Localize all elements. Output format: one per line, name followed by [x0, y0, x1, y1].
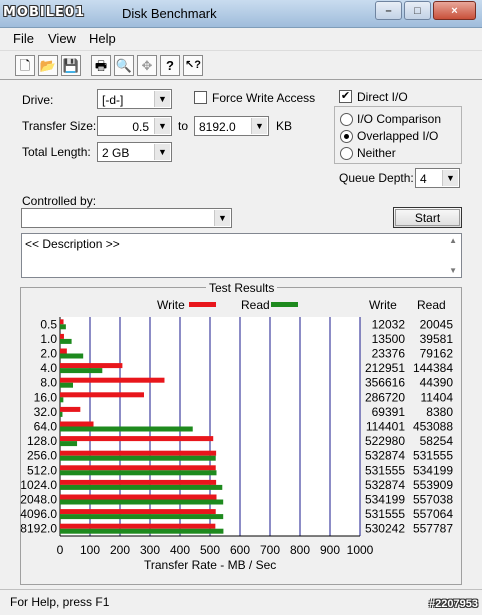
read-bar	[60, 426, 193, 432]
read-value: 8380	[426, 405, 453, 419]
x-tick-label: 500	[200, 543, 220, 557]
read-value: 20045	[420, 317, 454, 331]
status-bar: For Help, press F1	[0, 589, 482, 615]
read-bar	[60, 484, 223, 490]
write-value: 522980	[365, 434, 405, 448]
category-label: 64.0	[34, 420, 58, 434]
x-tick-label: 600	[230, 543, 250, 557]
write-value: 13500	[372, 332, 406, 346]
write-bar	[60, 479, 217, 485]
write-value: 69391	[372, 405, 406, 419]
write-value: 12032	[372, 317, 406, 331]
write-value: 534199	[365, 493, 405, 507]
x-tick-label: 400	[170, 543, 190, 557]
category-label: 8192.0	[20, 522, 57, 536]
x-tick-label: 800	[290, 543, 310, 557]
category-label: 128.0	[27, 434, 57, 448]
write-bar	[60, 450, 217, 456]
write-value: 212951	[365, 361, 405, 375]
read-bar	[60, 338, 72, 344]
read-value: 557787	[413, 522, 453, 536]
watermark-text: #2207953	[429, 598, 478, 610]
x-tick-label: 700	[260, 543, 280, 557]
category-label: 512.0	[27, 463, 57, 477]
read-value: 557038	[413, 493, 453, 507]
write-bar	[60, 392, 144, 398]
write-value: 531555	[365, 507, 405, 521]
read-value: 553909	[413, 478, 453, 492]
x-tick-label: 100	[80, 543, 100, 557]
write-value: 530242	[365, 522, 405, 536]
category-label: 2.0	[40, 347, 57, 361]
read-bar	[60, 382, 74, 388]
read-bar	[60, 397, 64, 403]
x-tick-label: 900	[320, 543, 340, 557]
write-bar	[60, 363, 123, 369]
read-value: 39581	[420, 332, 454, 346]
read-value: 453088	[413, 420, 453, 434]
write-value: 114401	[366, 420, 405, 434]
read-bar	[60, 455, 216, 461]
read-bar	[60, 368, 103, 374]
write-bar	[60, 523, 216, 529]
read-value: 531555	[413, 449, 453, 463]
transfer-rate-chart: 0 100 200 300 400 500 600 700 800 900 1000 0.5 12032…	[20, 317, 454, 557]
category-label: 4.0	[40, 361, 57, 375]
category-label: 1.0	[40, 332, 57, 346]
write-value: 532874	[365, 449, 405, 463]
write-bar	[60, 377, 165, 383]
category-label: 32.0	[34, 405, 58, 419]
write-bar	[60, 406, 81, 412]
write-bar	[60, 494, 217, 500]
read-bar	[60, 353, 84, 359]
x-tick-label: 1000	[347, 543, 374, 557]
write-value: 286720	[365, 390, 405, 404]
read-bar	[60, 528, 224, 534]
read-value: 11404	[421, 390, 454, 404]
read-value: 58254	[420, 434, 454, 448]
write-bar	[60, 421, 94, 427]
read-value: 557064	[413, 507, 453, 521]
write-bar	[60, 509, 216, 515]
read-bar	[60, 441, 78, 447]
write-value: 23376	[372, 347, 406, 361]
category-label: 4096.0	[20, 507, 57, 521]
status-text: For Help, press F1	[10, 595, 110, 609]
category-label: 0.5	[40, 317, 57, 331]
read-bar	[60, 499, 224, 505]
read-value: 79162	[420, 347, 454, 361]
x-tick-label: 0	[57, 543, 64, 557]
read-bar	[60, 411, 63, 417]
x-tick-label: 200	[110, 543, 130, 557]
read-bar	[60, 514, 224, 520]
read-value: 44390	[420, 376, 454, 390]
write-bar	[60, 319, 64, 325]
write-value: 532874	[365, 478, 405, 492]
write-bar	[60, 348, 67, 354]
read-bar	[60, 470, 217, 476]
write-value: 356616	[365, 376, 405, 390]
write-bar	[60, 436, 214, 442]
write-bar	[60, 465, 216, 471]
write-value: 531555	[365, 463, 405, 477]
category-label: 1024.0	[20, 478, 57, 492]
read-bar	[60, 324, 66, 330]
read-value: 144384	[413, 361, 453, 375]
category-label: 256.0	[27, 449, 57, 463]
read-value: 534199	[413, 463, 453, 477]
x-axis-label: Transfer Rate - MB / Sec	[144, 558, 277, 572]
write-bar	[60, 333, 64, 339]
category-label: 8.0	[40, 376, 57, 390]
x-tick-label: 300	[140, 543, 160, 557]
category-label: 2048.0	[20, 493, 57, 507]
category-label: 16.0	[34, 390, 58, 404]
